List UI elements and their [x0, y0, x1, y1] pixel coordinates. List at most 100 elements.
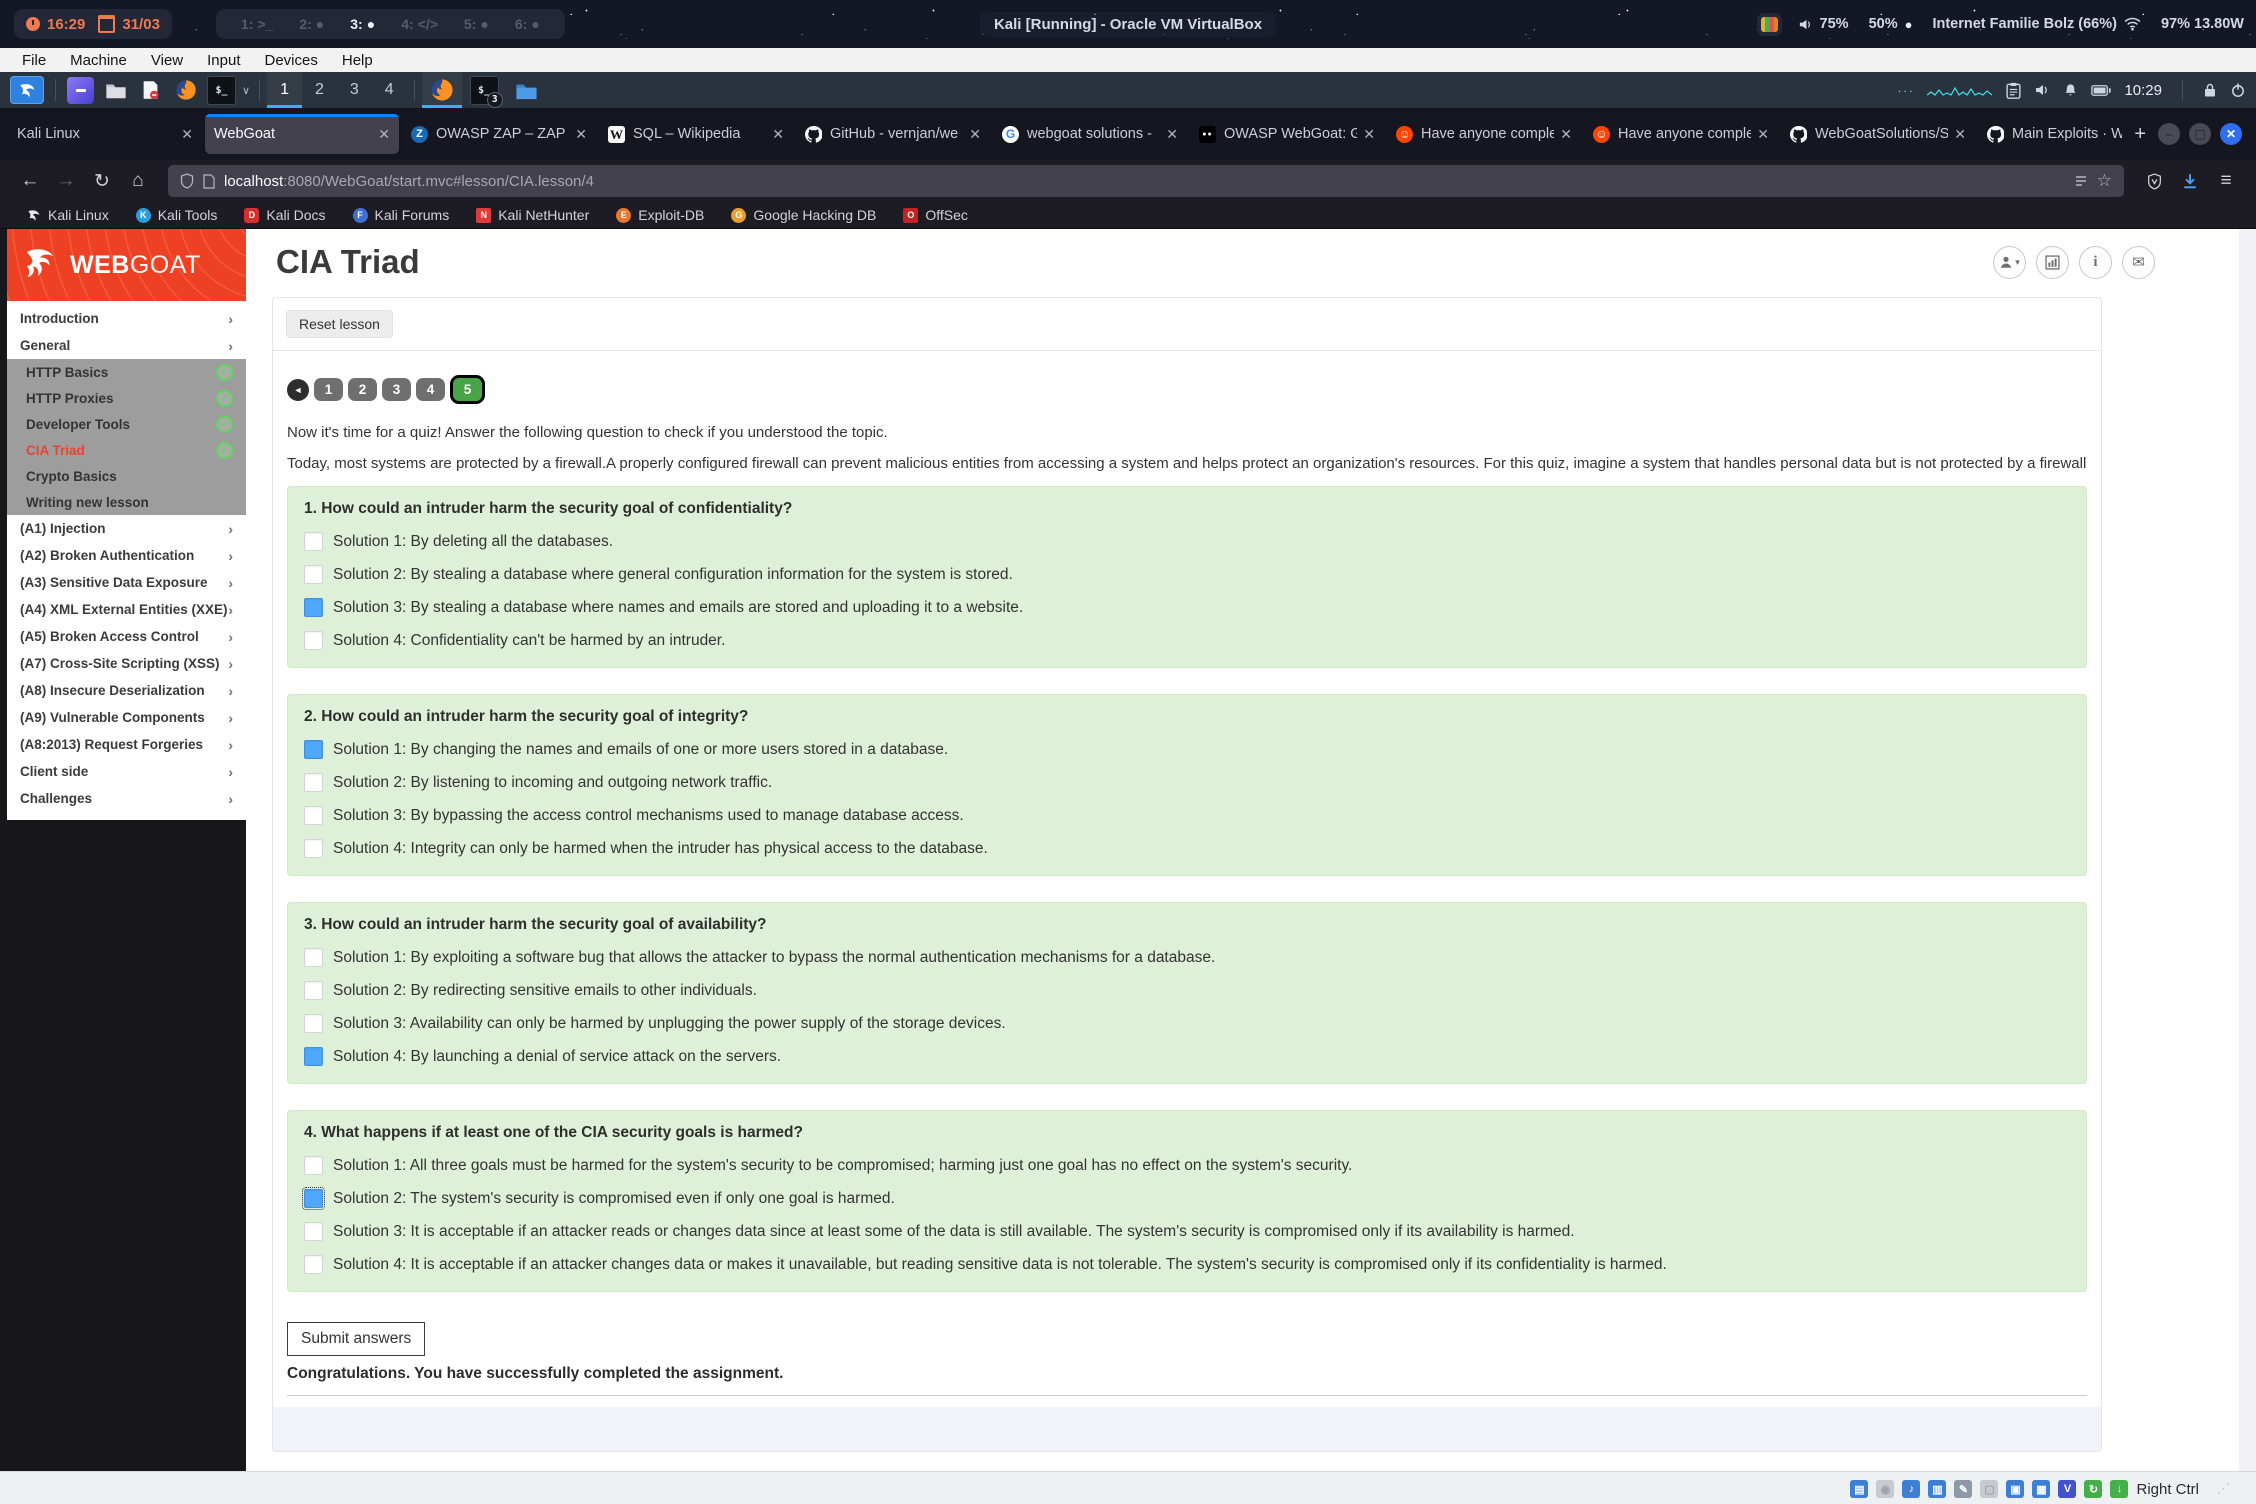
terminal-launcher-icon[interactable]: $_ — [207, 76, 236, 105]
text-editor-icon[interactable] — [137, 77, 164, 104]
back-button[interactable]: ← — [14, 165, 46, 197]
quiz-option[interactable]: Solution 1: By deleting all the database… — [304, 532, 2070, 551]
quiz-option[interactable]: Solution 4: Confidentiality can't be har… — [304, 631, 2070, 650]
launcher-expand-icon[interactable]: ∨ — [242, 84, 250, 97]
page-button[interactable]: 3 — [382, 378, 411, 401]
tab-close-icon[interactable]: ✕ — [772, 126, 784, 143]
bookmark-item[interactable]: Kali Linux — [26, 207, 109, 223]
checkbox[interactable] — [304, 981, 323, 1000]
workspace-switcher[interactable]: 1:>_2:●3:●4:</>5:●6:● — [216, 9, 565, 39]
sidebar-category[interactable]: (A5) Broken Access Control› — [7, 623, 246, 650]
vbox-menu-item[interactable]: File — [10, 52, 58, 69]
file-manager-icon[interactable] — [102, 77, 129, 104]
network-widget[interactable]: Internet Familie Bolz (66%) — [1932, 16, 2141, 32]
clipboard-icon[interactable] — [2006, 82, 2021, 99]
forward-button[interactable]: → — [50, 165, 82, 197]
taskbar-workspace-number[interactable]: 3 — [337, 72, 372, 108]
scrollbar[interactable] — [2239, 229, 2256, 1471]
vbox-menu-item[interactable]: Input — [195, 52, 252, 69]
checkbox[interactable] — [304, 1014, 323, 1033]
sidebar-category[interactable]: (A3) Sensitive Data Exposure› — [7, 569, 246, 596]
running-files-task[interactable] — [507, 72, 546, 108]
workspace-indicator[interactable]: 5:● — [451, 9, 502, 39]
quiz-option[interactable]: Solution 3: It is acceptable if an attac… — [304, 1222, 2070, 1241]
workspace-indicator[interactable]: 6:● — [502, 9, 553, 39]
vbox-menu-item[interactable]: Machine — [58, 52, 139, 69]
running-firefox-task[interactable] — [422, 72, 462, 108]
close-button[interactable]: ✕ — [2220, 123, 2242, 145]
checkbox[interactable] — [304, 1156, 323, 1175]
ublock-shield-icon[interactable] — [2138, 165, 2170, 197]
browser-tab[interactable]: Kali Linux✕ — [8, 114, 202, 154]
reset-lesson-button[interactable]: Reset lesson — [286, 310, 393, 338]
browser-tab[interactable]: ZOWASP ZAP – ZAP i✕ — [402, 114, 596, 154]
workspace-indicator[interactable]: 2:● — [286, 9, 337, 39]
bookmark-item[interactable]: DKali Docs — [244, 207, 325, 223]
sidebar-category[interactable]: (A2) Broken Authentication› — [7, 542, 246, 569]
page-button[interactable]: 5 — [450, 375, 485, 404]
tab-close-icon[interactable]: ✕ — [575, 126, 587, 143]
quiz-option[interactable]: Solution 1: By exploiting a software bug… — [304, 948, 2070, 967]
checkbox[interactable] — [304, 532, 323, 551]
bookmark-item[interactable]: EExploit-DB — [616, 207, 704, 223]
bookmark-item[interactable]: KKali Tools — [136, 207, 218, 223]
bookmark-item[interactable]: GGoogle Hacking DB — [731, 207, 876, 223]
taskbar-workspace-number[interactable]: 2 — [302, 72, 337, 108]
network-icon[interactable]: ▥ — [1928, 1480, 1946, 1498]
scoreboard-icon[interactable] — [2036, 246, 2069, 279]
checkbox[interactable] — [304, 773, 323, 792]
tab-close-icon[interactable]: ✕ — [1757, 126, 1769, 143]
logout-icon[interactable] — [2230, 82, 2246, 98]
page-info-icon[interactable] — [203, 174, 215, 189]
quiz-option[interactable]: Solution 3: Availability can only be har… — [304, 1014, 2070, 1033]
reader-mode-icon[interactable] — [2074, 174, 2088, 188]
sidebar-lesson[interactable]: Writing new lesson — [7, 489, 246, 515]
browser-tab[interactable]: GitHub - vernjan/we✕ — [796, 114, 990, 154]
menu-hamburger-icon[interactable]: ≡ — [2210, 165, 2242, 197]
url-bar[interactable]: localhost:8080/WebGoat/start.mvc#lesson/… — [168, 165, 2124, 197]
speaker-icon[interactable] — [2034, 82, 2050, 98]
quiz-option[interactable]: Solution 2: By stealing a database where… — [304, 565, 2070, 584]
quiz-option[interactable]: Solution 4: By launching a denial of ser… — [304, 1047, 2070, 1066]
app-menu-icon[interactable] — [67, 77, 94, 104]
previous-page-button[interactable]: ◄ — [287, 379, 309, 401]
brightness-widget[interactable]: 50% ● — [1869, 16, 1913, 32]
tab-close-icon[interactable]: ✕ — [378, 126, 390, 143]
sidebar-category[interactable]: General› — [7, 332, 246, 359]
quiz-option[interactable]: Solution 3: By stealing a database where… — [304, 598, 2070, 617]
sidebar-lesson[interactable]: CIA Triad✓ — [7, 437, 246, 463]
browser-tab[interactable]: WSQL – Wikipedia✕ — [599, 114, 793, 154]
autoresize-icon[interactable]: ↻ — [2084, 1480, 2102, 1498]
quiz-option[interactable]: Solution 2: By redirecting sensitive ema… — [304, 981, 2070, 1000]
user-icon[interactable]: ▾ — [1993, 246, 2026, 279]
sidebar-lesson[interactable]: Crypto Basics — [7, 463, 246, 489]
audio-icon[interactable]: ♪ — [1902, 1480, 1920, 1498]
quiz-option[interactable]: Solution 2: By listening to incoming and… — [304, 773, 2070, 792]
bookmark-item[interactable]: OOffSec — [903, 207, 968, 223]
battery-widget[interactable]: 97% 13.80W — [2161, 16, 2244, 32]
downloads-icon[interactable] — [2174, 165, 2206, 197]
browser-tab[interactable]: WebGoat✕ — [205, 114, 399, 154]
shared-folder-icon[interactable]: ▢ — [1980, 1480, 1998, 1498]
sidebar-lesson[interactable]: HTTP Proxies✓ — [7, 385, 246, 411]
sidebar-category[interactable]: (A4) XML External Entities (XXE)› — [7, 596, 246, 623]
browser-tab[interactable]: ●●OWASP WebGoat: G✕ — [1190, 114, 1384, 154]
seamless-icon[interactable]: ▦ — [2032, 1480, 2050, 1498]
sidebar-category[interactable]: (A8) Insecure Deserialization› — [7, 677, 246, 704]
sidebar-category[interactable]: (A1) Injection› — [7, 515, 246, 542]
taskbar-workspace-number[interactable]: 1 — [267, 72, 302, 108]
quiz-option[interactable]: Solution 3: By bypassing the access cont… — [304, 806, 2070, 825]
sidebar-category[interactable]: (A9) Vulnerable Components› — [7, 704, 246, 731]
checkbox[interactable] — [304, 740, 323, 759]
mail-icon[interactable]: ✉ — [2122, 246, 2155, 279]
lock-screen-icon[interactable] — [2203, 82, 2217, 98]
new-tab-button[interactable]: + — [2122, 123, 2158, 146]
url-text[interactable]: localhost:8080/WebGoat/start.mvc#lesson/… — [224, 173, 2065, 190]
checkbox[interactable] — [304, 1047, 323, 1066]
checkbox[interactable] — [304, 565, 323, 584]
browser-tab[interactable]: Main Exploits · WebG✕ — [1978, 114, 2122, 154]
reload-button[interactable]: ↻ — [86, 165, 118, 197]
taskbar-workspace-number[interactable]: 4 — [372, 72, 407, 108]
usb-icon[interactable]: ✎ — [1954, 1480, 1972, 1498]
notifications-bell-icon[interactable] — [2063, 82, 2078, 98]
